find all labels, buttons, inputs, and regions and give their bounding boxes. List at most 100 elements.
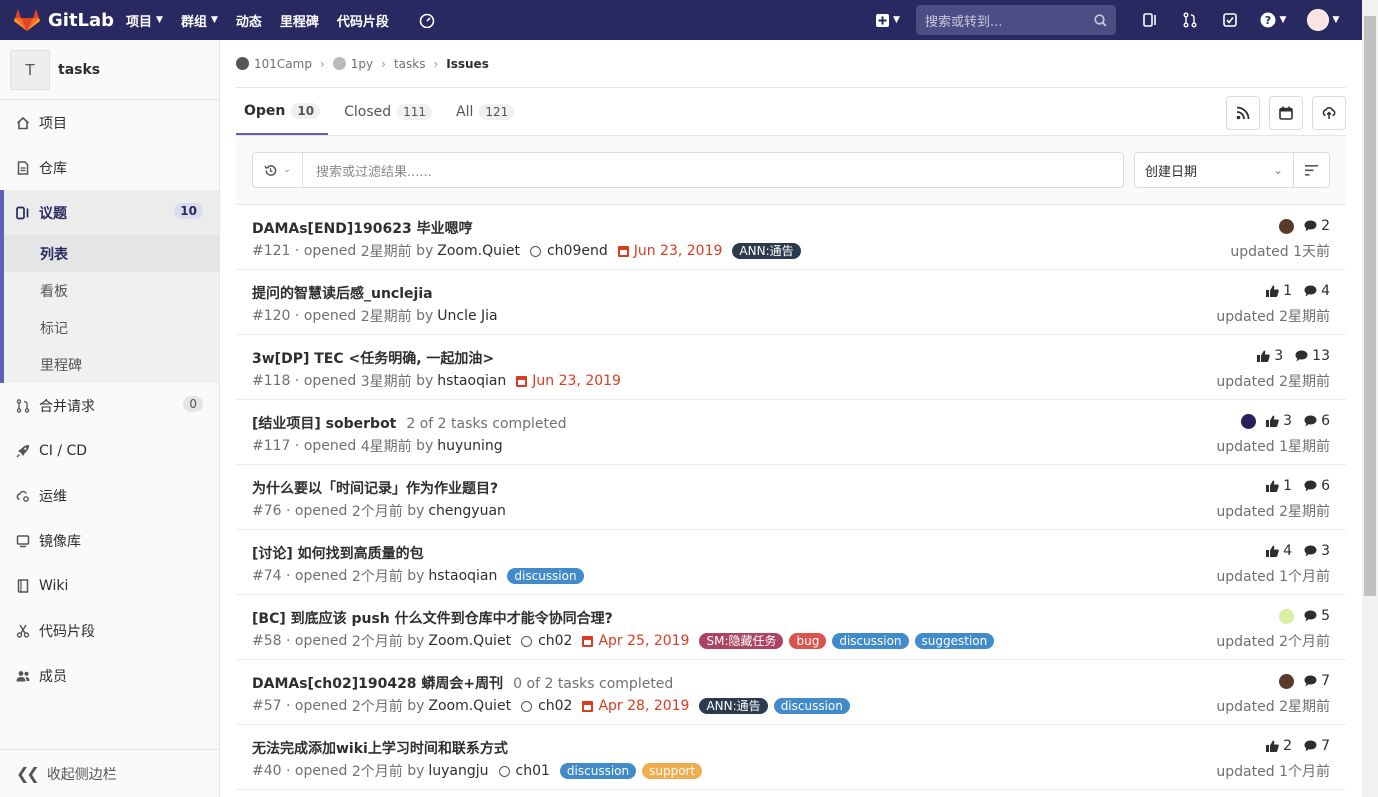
- comments-link[interactable]: 2: [1304, 218, 1330, 234]
- issue-title-link[interactable]: [结业项目] soberbot 2 of 2 tasks completed: [252, 413, 567, 433]
- author-link[interactable]: luyangju: [428, 763, 488, 779]
- label-badge[interactable]: support: [642, 763, 703, 779]
- milestone-link[interactable]: ch02: [521, 698, 572, 714]
- gitlab-home-link[interactable]: GitLab: [14, 8, 126, 32]
- todo-shortcut-icon[interactable]: [1210, 0, 1250, 40]
- sort-dropdown[interactable]: 创建日期 ⌄: [1134, 152, 1294, 188]
- filter-search-input[interactable]: 搜索或过滤结果......: [303, 161, 432, 180]
- sidebar-item-scissors[interactable]: 代码片段: [0, 608, 219, 653]
- comments-link[interactable]: 6: [1304, 478, 1330, 494]
- issues-shortcut-icon[interactable]: [1130, 0, 1170, 40]
- comments-link[interactable]: 7: [1304, 738, 1330, 754]
- nav-link-label: 项目: [126, 14, 153, 30]
- sidebar-subitem[interactable]: 里程碑: [4, 346, 219, 383]
- sidebar-subitem[interactable]: 看板: [4, 272, 219, 309]
- calendar-button[interactable]: [1269, 96, 1303, 130]
- rocket-icon: [16, 444, 30, 458]
- opened-time: 2个月前: [351, 764, 403, 780]
- breadcrumb-current[interactable]: Issues: [446, 57, 489, 71]
- assignee-avatar[interactable]: [1279, 218, 1295, 234]
- author-link[interactable]: Zoom.Quiet: [437, 243, 520, 259]
- sidebar-item-merge[interactable]: 合并请求 0: [0, 383, 219, 428]
- search-input[interactable]: 搜索或转到...: [916, 5, 1116, 35]
- sidebar-item-doc[interactable]: 仓库: [0, 145, 219, 190]
- label-badge[interactable]: suggestion: [914, 633, 995, 649]
- comments-link[interactable]: 7: [1304, 673, 1330, 689]
- page-scrollbar[interactable]: [1362, 0, 1378, 797]
- sidebar-subitem[interactable]: 列表: [4, 235, 219, 272]
- author-link[interactable]: hstaoqian: [428, 568, 497, 584]
- calendar-icon: [582, 700, 594, 712]
- breadcrumb-project[interactable]: tasks: [394, 57, 426, 71]
- breadcrumb-group[interactable]: 101Camp: [254, 57, 312, 71]
- clock-icon: [521, 635, 533, 647]
- milestone-link[interactable]: ch09end: [529, 243, 608, 259]
- user-menu-button[interactable]: ▼: [1296, 0, 1350, 40]
- tab-closed[interactable]: Closed 111: [336, 88, 440, 135]
- author-link[interactable]: hstaoqian: [437, 373, 506, 389]
- help-dropdown-button[interactable]: ? ▼: [1250, 0, 1296, 40]
- sidebar-item-cloud-gear[interactable]: 运维: [0, 473, 219, 518]
- author-link[interactable]: Zoom.Quiet: [428, 633, 511, 649]
- milestone-link[interactable]: ch02: [521, 633, 572, 649]
- assignee-avatar[interactable]: [1279, 673, 1295, 689]
- nav-link[interactable]: 里程碑: [280, 11, 319, 30]
- label-badge[interactable]: ANN:通告: [732, 243, 801, 259]
- comments-link[interactable]: 5: [1304, 608, 1330, 624]
- scrollbar-thumb[interactable]: [1364, 16, 1376, 596]
- assignee-avatar[interactable]: [1241, 413, 1257, 429]
- issue-title-link[interactable]: DAMAs[ch02]190428 蟒周会+周刊 0 of 2 tasks com…: [252, 673, 673, 693]
- issue-title-link[interactable]: 提问的智慧读后感_unclejia: [252, 283, 433, 303]
- sidebar-item-book[interactable]: Wiki: [0, 563, 219, 608]
- export-csv-button[interactable]: [1312, 96, 1346, 130]
- issue-title-link[interactable]: [BC] 到底应该 push 什么文件到仓库中才能令协同合理?: [252, 608, 613, 628]
- issue-title-link[interactable]: [讨论] 如何找到高质量的包: [252, 543, 424, 563]
- label-badge[interactable]: discussion: [832, 633, 909, 649]
- sidebar-item-rocket[interactable]: CI / CD: [0, 428, 219, 473]
- milestone-link[interactable]: ch01: [498, 763, 550, 779]
- project-context-header[interactable]: T tasks: [0, 40, 219, 100]
- recent-searches-dropdown[interactable]: ⌄: [253, 153, 303, 187]
- comments-link[interactable]: 3: [1304, 543, 1330, 559]
- label-badge[interactable]: discussion: [773, 698, 850, 714]
- issue-title-link[interactable]: 为什么要以「时间记录」作为作业题目?: [252, 478, 498, 498]
- project-avatar: T: [10, 49, 50, 90]
- upvotes: 4: [1266, 543, 1292, 559]
- author-link[interactable]: Uncle Jia: [437, 308, 497, 324]
- merge-requests-shortcut-icon[interactable]: [1170, 0, 1210, 40]
- issue-title-link[interactable]: 无法完成添加wiki上学习时间和联系方式: [252, 738, 508, 758]
- collapse-sidebar-button[interactable]: ❮❮ 收起侧边栏: [0, 749, 219, 797]
- comments-link[interactable]: 4: [1304, 283, 1330, 299]
- new-dropdown-button[interactable]: ▼: [868, 13, 908, 27]
- issue-title-link[interactable]: 3w[DP] TEC <任务明确, 一起加油>: [252, 348, 494, 368]
- sort-direction-button[interactable]: [1294, 152, 1330, 188]
- author-link[interactable]: huyuning: [437, 438, 502, 454]
- label-badge[interactable]: discussion: [559, 763, 637, 779]
- sidebar-item-home[interactable]: 项目: [0, 100, 219, 145]
- sidebar-subitem[interactable]: 标记: [4, 309, 219, 346]
- tab-open[interactable]: Open 10: [236, 88, 329, 135]
- nav-link[interactable]: 项目 ▼: [126, 11, 163, 30]
- nav-link[interactable]: 群组 ▼: [181, 11, 218, 30]
- comments-link[interactable]: 13: [1295, 348, 1330, 364]
- admin-gauge-icon[interactable]: [407, 0, 447, 40]
- label-badge[interactable]: bug: [789, 633, 827, 649]
- task-status: 2 of 2 tasks completed: [406, 416, 567, 432]
- assignee-avatar[interactable]: [1279, 608, 1295, 624]
- issue-title-link[interactable]: DAMAs[END]190623 毕业嗯哼: [252, 218, 473, 238]
- tab-all[interactable]: All 121: [448, 88, 522, 135]
- nav-link[interactable]: 代码片段: [337, 11, 389, 30]
- breadcrumb-subgroup[interactable]: 1py: [351, 57, 373, 71]
- rss-button[interactable]: [1226, 96, 1260, 130]
- author-link[interactable]: chengyuan: [428, 503, 506, 519]
- label-badge[interactable]: discussion: [507, 568, 584, 584]
- author-link[interactable]: Zoom.Quiet: [428, 698, 511, 714]
- comments-link[interactable]: 6: [1304, 413, 1330, 429]
- label-badge[interactable]: SM:隐藏任务: [699, 633, 784, 649]
- filtered-search-box: ⌄ 搜索或过滤结果......: [252, 152, 1124, 188]
- sidebar-item-users[interactable]: 成员: [0, 653, 219, 698]
- label-badge[interactable]: ANN:通告: [699, 698, 768, 714]
- nav-link[interactable]: 动态: [236, 11, 262, 30]
- sidebar-item-issues[interactable]: 议题 10: [0, 190, 219, 235]
- sidebar-item-monitor[interactable]: 镜像库: [0, 518, 219, 563]
